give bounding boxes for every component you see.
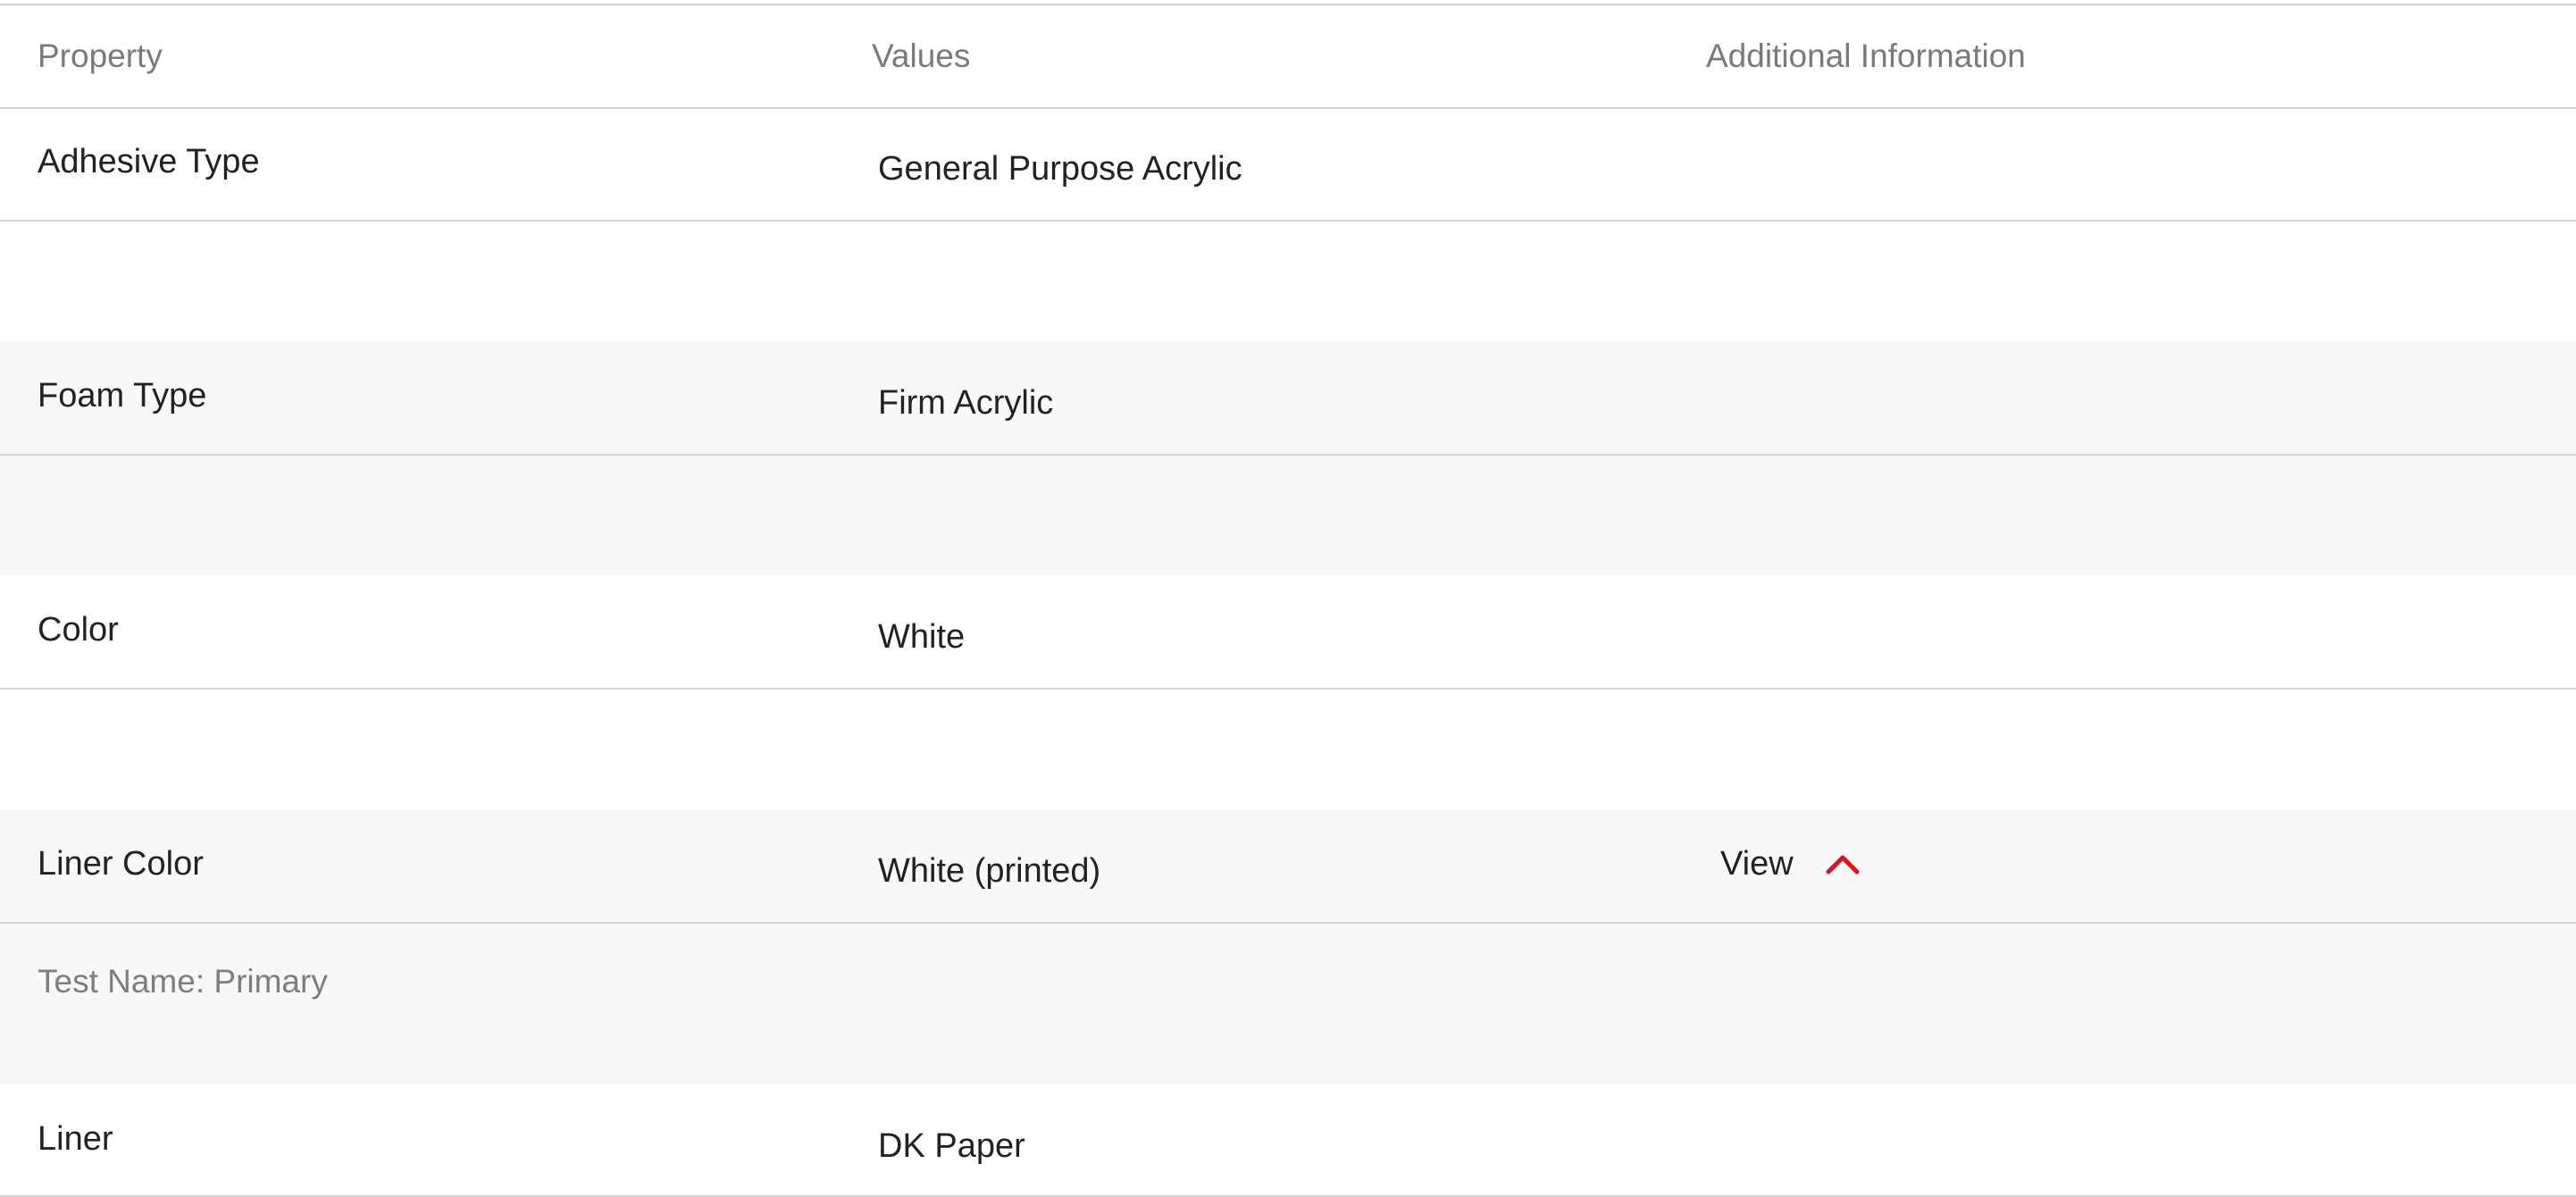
- header-values: Values: [872, 38, 971, 74]
- view-label: View: [1720, 845, 1794, 883]
- additional-info-panel: Test Name: Primary: [0, 924, 2576, 1084]
- property-label: Liner: [38, 1120, 113, 1158]
- properties-page: Property Values Additional Information A…: [0, 0, 2576, 1197]
- table-row-color: Color White: [0, 575, 2576, 690]
- header-additional-information: Additional Information: [1706, 38, 2026, 74]
- test-name: Test Name: Primary: [38, 963, 328, 1000]
- chevron-up-icon: [1826, 855, 1860, 874]
- table-row-liner: Liner DK Paper: [0, 1084, 2576, 1197]
- row-spacer: [0, 456, 2576, 575]
- property-value: White: [878, 618, 966, 656]
- view-details-toggle[interactable]: View: [1720, 845, 1860, 883]
- table-row-liner-color: Liner Color White (printed) View: [0, 809, 2576, 924]
- table-row-foam-type: Foam Type Firm Acrylic: [0, 341, 2576, 456]
- property-value: White (printed): [878, 852, 1101, 890]
- property-value: DK Paper: [878, 1127, 1025, 1165]
- property-value: General Purpose Acrylic: [878, 150, 1242, 188]
- property-label: Adhesive Type: [38, 143, 260, 180]
- header-property: Property: [38, 38, 163, 74]
- property-value: Firm Acrylic: [878, 384, 1054, 422]
- row-spacer: [0, 690, 2576, 809]
- row-spacer: [0, 222, 2576, 341]
- table-row-adhesive-type: Adhesive Type General Purpose Acrylic: [0, 109, 2576, 222]
- property-label: Foam Type: [38, 377, 207, 414]
- table-header: Property Values Additional Information: [0, 5, 2576, 109]
- property-label: Color: [38, 611, 119, 649]
- property-label: Liner Color: [38, 845, 204, 883]
